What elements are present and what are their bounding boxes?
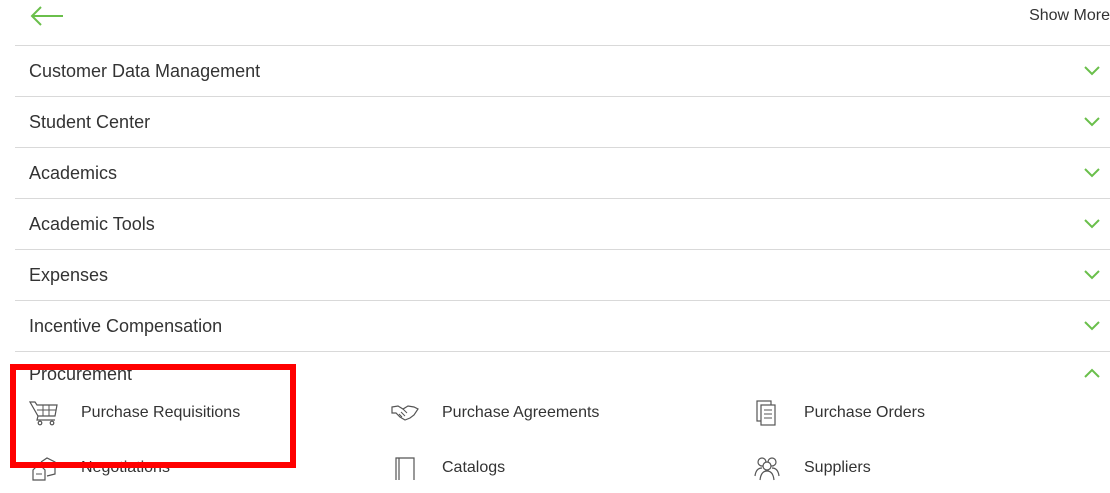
document-icon xyxy=(756,400,776,426)
section-label: Expenses xyxy=(29,265,109,285)
section-label[interactable]: Procurement xyxy=(29,364,132,385)
section-incentive-compensation[interactable]: Incentive Compensation xyxy=(15,300,1110,351)
chevron-up-icon[interactable] xyxy=(1084,368,1100,378)
chevron-down-icon[interactable] xyxy=(1084,168,1100,178)
section-label: Customer Data Management xyxy=(29,61,261,81)
negotiation-icon xyxy=(32,457,56,481)
shopping-cart-icon xyxy=(29,401,58,426)
item-label: Purchase Agreements xyxy=(442,404,600,421)
section-list: Customer Data Management Student Center … xyxy=(15,45,1110,486)
section-label: Student Center xyxy=(29,112,151,132)
item-label: Negotiations xyxy=(81,459,170,476)
item-suppliers[interactable]: Suppliers xyxy=(752,453,871,483)
arrow-left-icon[interactable] xyxy=(29,2,65,30)
section-academic-tools[interactable]: Academic Tools xyxy=(15,198,1110,249)
section-label: Academics xyxy=(29,163,118,183)
section-academics[interactable]: Academics xyxy=(15,147,1110,198)
chevron-down-icon[interactable] xyxy=(1084,117,1100,127)
item-negotiations[interactable]: Negotiations xyxy=(29,453,170,483)
item-purchase-agreements[interactable]: Purchase Agreements xyxy=(390,398,599,428)
item-purchase-orders[interactable]: Purchase Orders xyxy=(752,398,925,428)
item-label: Purchase Requisitions xyxy=(81,404,241,421)
section-student-center[interactable]: Student Center xyxy=(15,96,1110,147)
chevron-down-icon[interactable] xyxy=(1084,66,1100,76)
item-label: Suppliers xyxy=(804,459,871,476)
show-more-link[interactable]: Show More xyxy=(1029,7,1110,25)
top-bar: Show More xyxy=(0,0,1110,46)
chevron-down-icon[interactable] xyxy=(1084,321,1100,331)
chevron-down-icon[interactable] xyxy=(1084,219,1100,229)
section-customer-data-management[interactable]: Customer Data Management xyxy=(15,45,1110,96)
item-label: Purchase Orders xyxy=(804,404,925,421)
page: Show More Customer Data Management Stude… xyxy=(0,0,1110,493)
item-label: Catalogs xyxy=(442,459,506,476)
suppliers-icon xyxy=(754,457,780,481)
catalog-icon xyxy=(395,457,415,480)
handshake-icon xyxy=(391,405,419,421)
section-expenses[interactable]: Expenses xyxy=(15,249,1110,300)
section-label: Incentive Compensation xyxy=(29,316,223,336)
item-catalogs[interactable]: Catalogs xyxy=(390,453,505,483)
section-procurement: Procurement Purchase Requisitions Purcha… xyxy=(15,351,1110,486)
section-label: Academic Tools xyxy=(29,214,155,234)
item-purchase-requisitions[interactable]: Purchase Requisitions xyxy=(29,398,240,428)
chevron-down-icon[interactable] xyxy=(1084,270,1100,280)
